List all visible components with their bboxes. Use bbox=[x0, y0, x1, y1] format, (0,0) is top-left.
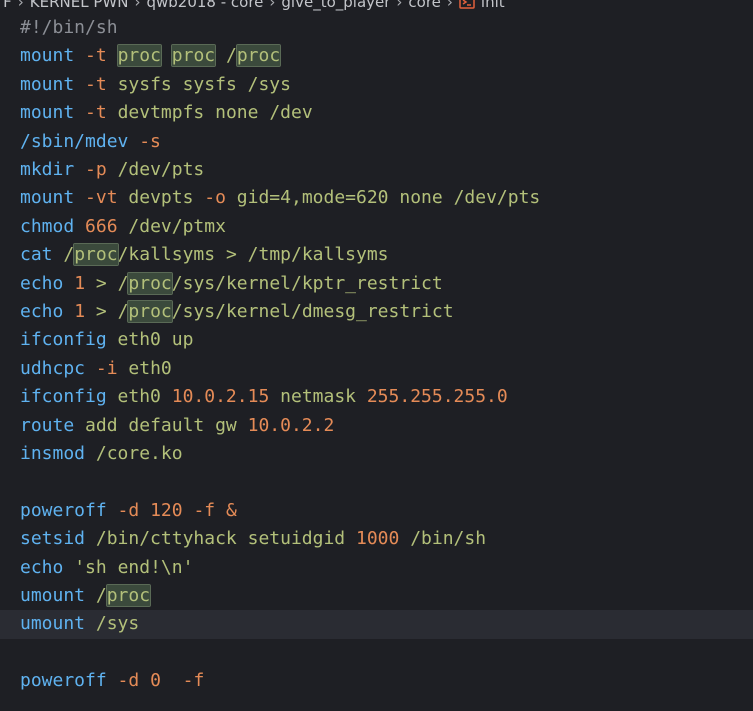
code-line[interactable]: umount /proc bbox=[0, 582, 753, 610]
word-highlight: proc bbox=[127, 300, 173, 323]
code-line[interactable]: route add default gw 10.0.2.2 bbox=[0, 412, 753, 440]
code-line[interactable]: setsid /bin/cttyhack setuidgid 1000 /bin… bbox=[0, 525, 753, 553]
breadcrumb-item-core[interactable]: core bbox=[408, 0, 441, 11]
word-highlight: proc bbox=[235, 44, 282, 68]
code-line[interactable] bbox=[0, 468, 753, 496]
breadcrumb-item-kernel-pwn[interactable]: KERNEL PWN bbox=[30, 0, 129, 11]
code-line[interactable]: chmod 666 /dev/ptmx bbox=[0, 213, 753, 241]
code-line[interactable]: insmod /core.ko bbox=[0, 440, 753, 468]
code-line[interactable]: echo 1 > /proc/sys/kernel/kptr_restrict bbox=[0, 270, 753, 298]
code-line[interactable]: ifconfig eth0 10.0.2.15 netmask 255.255.… bbox=[0, 383, 753, 411]
code-line[interactable]: mount -t sysfs sysfs /sys bbox=[0, 71, 753, 99]
word-highlight: proc bbox=[170, 44, 217, 68]
code-line[interactable]: poweroff -d 120 -f & bbox=[0, 497, 753, 525]
chevron-right-icon: › bbox=[17, 0, 24, 11]
code-line[interactable]: mount -t proc proc /proc bbox=[0, 42, 753, 70]
breadcrumb-item-qwb2018-core[interactable]: qwb2018 - core bbox=[146, 0, 263, 11]
breadcrumb-file-init[interactable]: init bbox=[481, 0, 505, 11]
chevron-right-icon: › bbox=[396, 0, 403, 11]
code-line[interactable]: umount /sys bbox=[0, 610, 753, 639]
breadcrumb-item-give-to-player[interactable]: give_to_player bbox=[281, 0, 390, 11]
chevron-right-icon: › bbox=[446, 0, 453, 11]
shell-script-icon bbox=[459, 0, 475, 10]
code-line[interactable]: cat /proc/kallsyms > /tmp/kallsyms bbox=[0, 241, 753, 269]
code-line[interactable]: echo 'sh end!\n' bbox=[0, 554, 753, 582]
code-line[interactable]: #!/bin/sh bbox=[0, 14, 753, 42]
word-highlight: proc bbox=[116, 44, 162, 68]
code-line[interactable]: ifconfig eth0 up bbox=[0, 326, 753, 354]
breadcrumb: TF › KERNEL PWN › qwb2018 - core › give_to_pla… bbox=[0, 0, 753, 14]
code-line[interactable]: echo 1 > /proc/sys/kernel/dmesg_restrict bbox=[0, 298, 753, 326]
word-highlight: proc bbox=[73, 243, 119, 267]
code-line[interactable]: mount -t devtmpfs none /dev bbox=[0, 99, 753, 127]
word-highlight: proc bbox=[127, 271, 173, 295]
code-line[interactable] bbox=[0, 639, 753, 667]
code-line[interactable]: udhcpc -i eth0 bbox=[0, 355, 753, 383]
code-line[interactable]: poweroff -d 0 -f bbox=[0, 667, 753, 695]
breadcrumb-item-tf[interactable]: TF bbox=[0, 0, 12, 11]
word-highlight: proc bbox=[105, 584, 152, 607]
chevron-right-icon: › bbox=[269, 0, 276, 11]
code-line[interactable]: /sbin/mdev -s bbox=[0, 128, 753, 156]
chevron-right-icon: › bbox=[134, 0, 141, 11]
code-line[interactable]: mkdir -p /dev/pts bbox=[0, 156, 753, 184]
code-editor[interactable]: #!/bin/sh mount -t proc proc /proc mount -… bbox=[0, 14, 753, 711]
code-line[interactable]: mount -vt devpts -o gid=4,mode=620 none … bbox=[0, 184, 753, 212]
